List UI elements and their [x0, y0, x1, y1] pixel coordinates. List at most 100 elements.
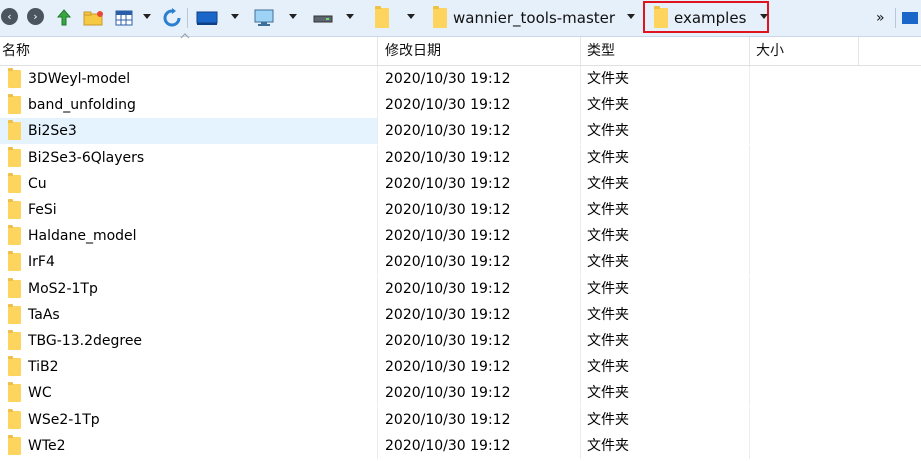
file-name-cell[interactable]: WTe2 — [0, 433, 377, 459]
overflow-chevron-icon[interactable]: » — [876, 0, 885, 36]
file-row[interactable]: IrF4 2020/10/30 19:12 文件夹 — [0, 249, 921, 276]
desktop-icon[interactable] — [194, 0, 220, 36]
file-name-cell[interactable]: 3DWeyl-model — [0, 66, 377, 92]
column-divider — [580, 66, 581, 92]
column-divider — [749, 92, 750, 119]
breadcrumb-wannier-tools-master[interactable]: wannier_tools-master — [453, 0, 615, 36]
drive-icon[interactable] — [311, 0, 335, 36]
folder-icon — [8, 382, 21, 403]
up-icon[interactable] — [54, 0, 74, 36]
file-name-cell[interactable]: Haldane_model — [0, 223, 377, 249]
file-row[interactable]: TBG-13.2degree 2020/10/30 19:12 文件夹 — [0, 328, 921, 354]
file-modified: 2020/10/30 19:12 — [385, 71, 511, 87]
folder-icon — [8, 277, 21, 298]
file-modified: 2020/10/30 19:12 — [385, 202, 511, 218]
column-divider — [580, 118, 581, 145]
folder-icon — [8, 120, 21, 141]
file-name-cell[interactable]: TiB2 — [0, 354, 377, 380]
file-row[interactable]: TaAs 2020/10/30 19:12 文件夹 — [0, 301, 921, 328]
file-row[interactable]: Bi2Se3-6Qlayers 2020/10/30 19:12 文件夹 — [0, 144, 921, 171]
file-row[interactable]: FeSi 2020/10/30 19:12 文件夹 — [0, 197, 921, 223]
column-divider — [749, 328, 750, 354]
column-divider — [377, 406, 378, 433]
column-divider — [580, 380, 581, 407]
file-type: 文件夹 — [587, 359, 629, 376]
column-divider — [377, 170, 378, 197]
file-name-cell[interactable]: Bi2Se3-6Qlayers — [0, 145, 377, 171]
file-name-cell[interactable]: Cu — [0, 171, 377, 197]
folder-icon — [8, 356, 21, 377]
blue-icon[interactable] — [898, 0, 921, 36]
file-row[interactable]: MoS2-1Tp 2020/10/30 19:12 文件夹 — [0, 275, 921, 302]
column-divider — [377, 249, 378, 276]
file-modified: 2020/10/30 19:12 — [385, 359, 511, 376]
new-folder-icon[interactable] — [82, 0, 106, 36]
column-divider — [580, 432, 581, 459]
file-name-cell[interactable]: WC — [0, 380, 377, 406]
breadcrumb-examples[interactable]: examples — [674, 0, 746, 36]
desktop-dropdown-icon[interactable] — [231, 14, 239, 19]
file-row[interactable]: Cu 2020/10/30 19:12 文件夹 — [0, 170, 921, 197]
breadcrumb-dropdown-icon[interactable] — [627, 14, 635, 19]
view-dropdown-icon[interactable] — [143, 14, 151, 19]
column-divider — [749, 197, 750, 223]
file-name-cell[interactable]: MoS2-1Tp — [0, 276, 377, 302]
folder-icon[interactable] — [375, 6, 389, 28]
folder-icon — [8, 434, 21, 455]
file-name-cell[interactable]: band_unfolding — [0, 92, 377, 118]
column-divider — [377, 432, 378, 459]
file-type: 文件夹 — [587, 411, 629, 428]
file-row[interactable]: band_unfolding 2020/10/30 19:12 文件夹 — [0, 92, 921, 119]
file-name: TBG-13.2degree — [28, 333, 143, 349]
file-name-cell[interactable]: WSe2-1Tp — [0, 407, 377, 433]
file-name-cell[interactable]: TaAs — [0, 302, 377, 328]
column-divider — [377, 354, 378, 381]
refresh-icon[interactable] — [160, 0, 184, 36]
column-header-name[interactable]: 名称 — [2, 37, 30, 65]
column-header-modified[interactable]: 修改日期 — [385, 37, 441, 65]
computer-icon[interactable] — [251, 0, 277, 36]
file-name-cell[interactable]: FeSi — [0, 197, 377, 223]
column-divider — [749, 249, 750, 276]
forward-icon[interactable]: › — [27, 8, 44, 25]
column-header-type[interactable]: 类型 — [587, 37, 615, 65]
file-row[interactable]: WSe2-1Tp 2020/10/30 19:12 文件夹 — [0, 406, 921, 433]
file-row[interactable]: Haldane_model 2020/10/30 19:12 文件夹 — [0, 223, 921, 250]
column-divider — [749, 144, 750, 171]
back-icon[interactable]: ‹ — [1, 8, 18, 25]
column-divider — [749, 380, 750, 407]
column-divider — [580, 170, 581, 197]
column-divider — [580, 354, 581, 381]
column-divider — [377, 66, 378, 92]
file-modified: 2020/10/30 19:12 — [385, 280, 511, 297]
file-type: 文件夹 — [587, 175, 629, 192]
file-type: 文件夹 — [587, 228, 629, 245]
file-type: 文件夹 — [587, 333, 629, 349]
column-header-size[interactable]: 大小 — [756, 37, 784, 65]
column-divider — [749, 66, 750, 92]
file-row[interactable]: Bi2Se3 2020/10/30 19:12 文件夹 — [0, 118, 921, 145]
folder-icon — [8, 172, 21, 193]
file-type: 文件夹 — [587, 437, 629, 454]
breadcrumb-dropdown-icon[interactable] — [760, 14, 768, 19]
column-divider — [377, 275, 378, 302]
file-row[interactable]: TiB2 2020/10/30 19:12 文件夹 — [0, 354, 921, 381]
file-row[interactable]: WTe2 2020/10/30 19:12 文件夹 — [0, 432, 921, 459]
breadcrumb-dropdown-icon[interactable] — [407, 14, 415, 19]
drive-dropdown-icon[interactable] — [346, 14, 354, 19]
file-name: 3DWeyl-model — [28, 71, 131, 87]
column-divider — [749, 275, 750, 302]
column-divider — [377, 92, 378, 119]
file-name-cell[interactable]: Bi2Se3 — [0, 118, 377, 145]
file-type: 文件夹 — [587, 71, 629, 87]
file-name-cell[interactable]: IrF4 — [0, 249, 377, 275]
file-name-cell[interactable]: TBG-13.2degree — [0, 328, 377, 354]
file-row[interactable]: WC 2020/10/30 19:12 文件夹 — [0, 380, 921, 407]
file-name: WTe2 — [28, 437, 66, 454]
view-icon[interactable] — [113, 0, 135, 36]
file-type: 文件夹 — [587, 123, 629, 140]
computer-dropdown-icon[interactable] — [289, 14, 297, 19]
folder-icon — [8, 146, 21, 167]
file-row[interactable]: 3DWeyl-model 2020/10/30 19:12 文件夹 — [0, 66, 921, 92]
address-toolbar: ‹ › wannier_tools-master examples » — [0, 0, 921, 37]
